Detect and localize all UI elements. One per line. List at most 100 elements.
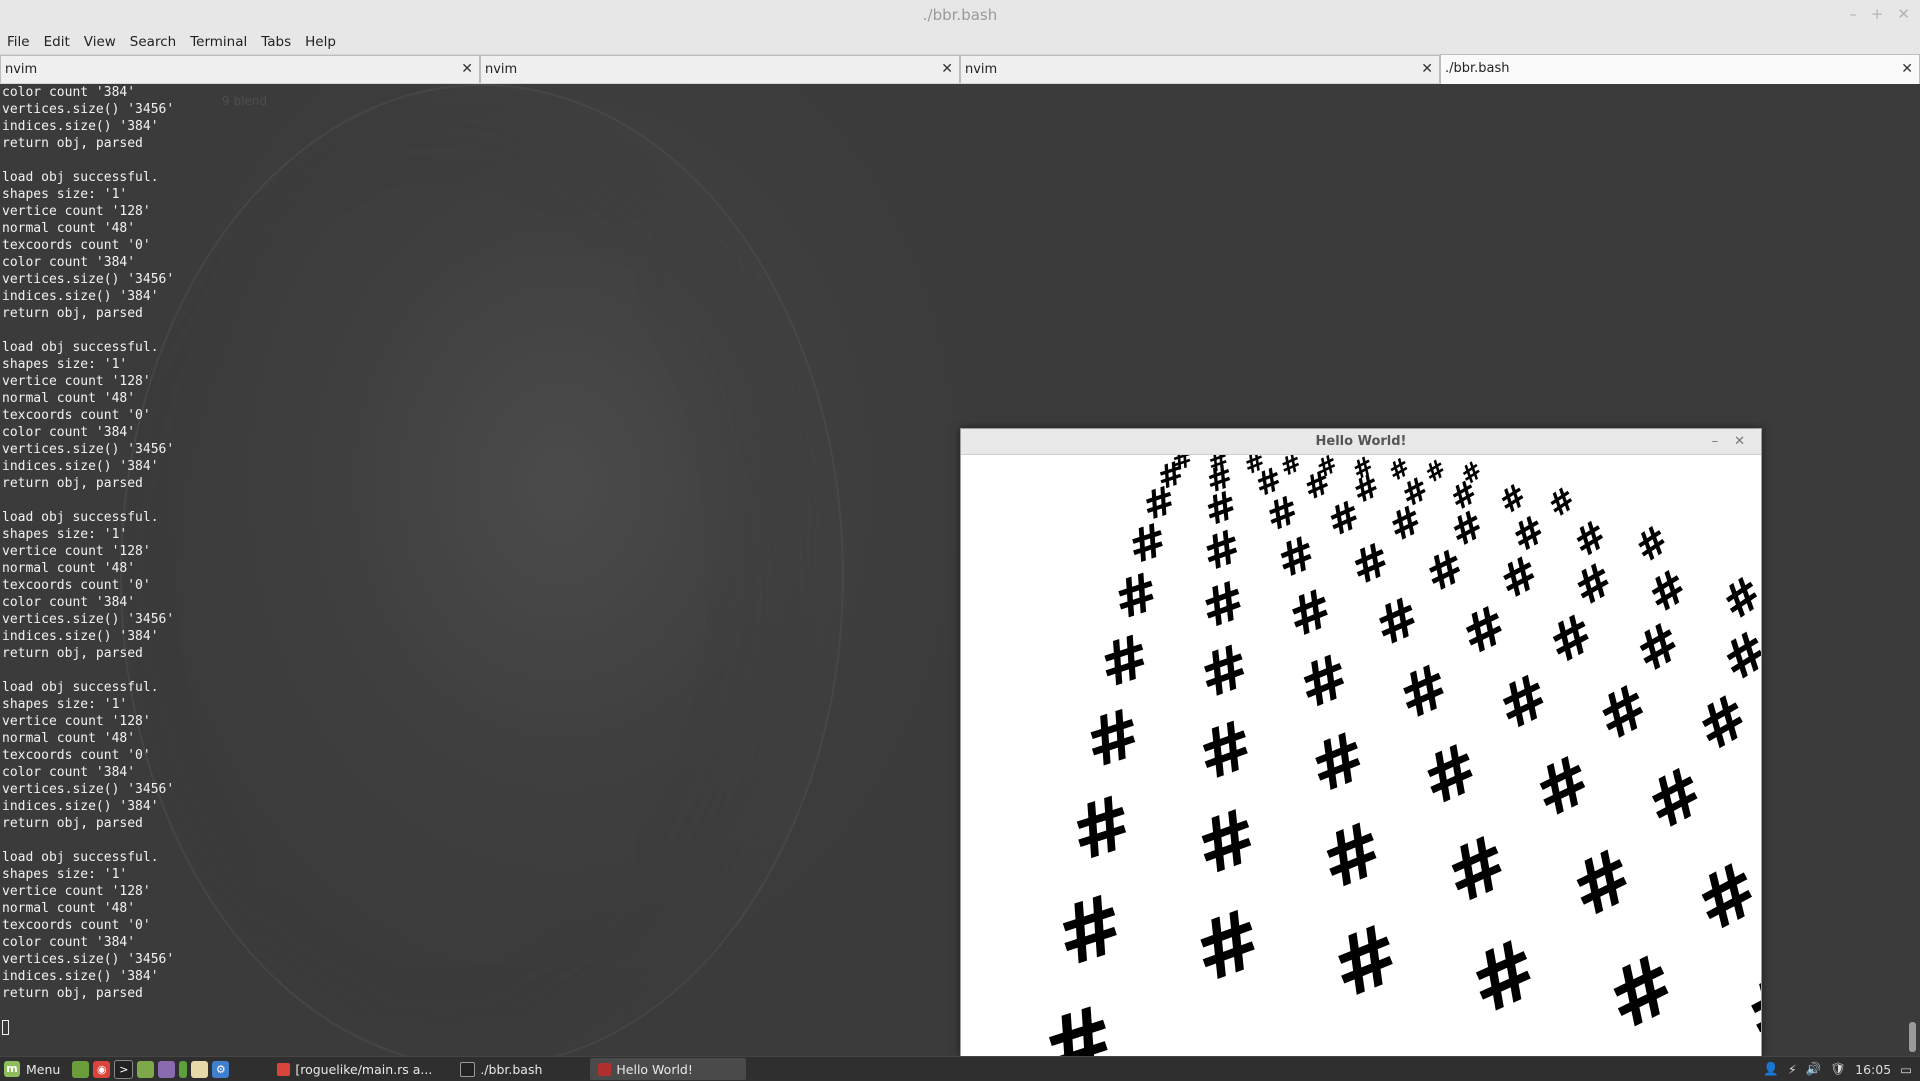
tab-nvim-1[interactable]: nvim ✕ [0,55,480,83]
hash-glyph: # [1556,831,1649,935]
taskbar-item-label: ./bbr.bash [480,1061,543,1077]
hash-glyph: # [1728,951,1761,1057]
wallpaper-globe [120,84,844,1056]
window-title: ./bbr.bash [922,6,998,24]
minimize-button[interactable]: – [1849,5,1857,23]
show-desktop-icon[interactable] [72,1060,90,1078]
hash-glyph: # [1585,670,1662,755]
hash-glyph: # [1565,512,1617,567]
hash-glyph: # [1387,650,1461,734]
hash-glyph: # [1684,680,1761,766]
tab-label: ./bbr.bash [1445,61,1510,76]
app-window-icon [598,1062,612,1076]
hash-glyph: # [1431,818,1523,922]
hello-close-button[interactable]: ✕ [1734,429,1745,454]
tab-nvim-3[interactable]: nvim ✕ [960,55,1440,83]
wallpaper-text: 9 blend [222,94,268,108]
hash-glyph: # [1317,906,1415,1019]
tab-close-button[interactable]: ✕ [941,56,953,83]
taskbar-item-label: Hello World! [616,1061,693,1077]
hash-glyph: # [1521,739,1606,834]
hash-glyph: # [1192,569,1255,642]
show-desktop-tray-icon[interactable]: ▭ [1900,1062,1912,1077]
network-icon[interactable]: ⚡ [1788,1062,1797,1077]
hash-glyph: # [1637,558,1698,624]
hash-glyph: # [1028,984,1130,1057]
taskbar-item-hello-world[interactable]: Hello World! [590,1058,747,1080]
menu-search[interactable]: Search [123,34,183,50]
hash-glyph: # [1075,692,1152,784]
hash-glyph: # [1409,727,1492,821]
hash-glyph: # [1183,791,1271,893]
hash-glyph: # [1451,593,1518,667]
chrome-icon[interactable]: ◉ [93,1060,111,1078]
hash-glyph: # [1059,778,1145,879]
hash-glyph: # [1307,804,1397,907]
hash-glyph: # [1288,640,1361,724]
hash-glyph: # [1591,936,1693,1050]
hash-glyph: # [1297,715,1378,808]
system-tray: 👤 ⚡ 🔊 🛡 16:05 ▭ [1763,1061,1920,1077]
tab-close-button[interactable]: ✕ [1901,55,1913,83]
tab-close-button[interactable]: ✕ [461,56,473,83]
hash-glyph: # [1711,565,1761,631]
tab-close-button[interactable]: ✕ [1421,56,1433,83]
tab-bar: nvim ✕ nvim ✕ nvim ✕ ./bbr.bash ✕ [0,54,1920,84]
terminal-icon [460,1061,476,1077]
terminal-text: color count '384' vertices.size() '3456'… [2,85,175,1001]
volume-icon[interactable]: 🔊 [1806,1061,1822,1077]
menubar: File Edit View Search Terminal Tabs Help [0,30,1920,54]
menu-tabs[interactable]: Tabs [254,34,298,50]
menu-help[interactable]: Help [298,34,343,50]
tab-label: nvim [965,62,998,77]
chrome-icon [277,1062,291,1076]
hash-glyph: # [1180,891,1276,1003]
maximize-button[interactable]: + [1871,5,1884,23]
user-icon[interactable]: 👤 [1763,1061,1779,1077]
window-titlebar: ./bbr.bash – + ✕ [0,0,1920,30]
hello-window-title: Hello World! [1315,434,1407,449]
update-shield-icon[interactable]: 🛡 [1830,1061,1846,1077]
hash-glyph: # [1189,630,1260,713]
hash-glyph: # [1632,751,1718,846]
settings-icon[interactable]: ⚙ [212,1060,230,1078]
hello-world-window[interactable]: Hello World! – ✕ # # # # # # # # # # # # # # # # # # # # # # #… [960,428,1762,1058]
hash-glyph: # [1744,763,1761,859]
hash-glyph: # [1710,619,1761,694]
hash-glyph: # [1624,610,1693,685]
battery-app-icon[interactable] [179,1060,188,1078]
mint-logo-icon: m [4,1061,20,1077]
menu-edit[interactable]: Edit [37,34,77,50]
scrollbar-thumb[interactable] [1909,1022,1916,1052]
tab-nvim-2[interactable]: nvim ✕ [480,55,960,83]
taskbar: m Menu ◉ > ⚙ [roguelike/main.rs a... ./b… [0,1056,1920,1081]
menu-label: Menu [26,1061,61,1077]
menu-file[interactable]: File [0,34,37,50]
image-viewer-icon[interactable] [158,1060,176,1078]
terminal-icon[interactable]: > [114,1059,134,1079]
taskbar-item-roguelike[interactable]: [roguelike/main.rs a... [269,1058,440,1080]
menu-terminal[interactable]: Terminal [183,34,254,50]
taskbar-item-bbr-bash[interactable]: ./bbr.bash [452,1058,550,1080]
hash-glyph: # [1186,704,1265,796]
hash-glyph: # [1486,660,1562,745]
clock[interactable]: 16:05 [1855,1062,1891,1077]
hash-glyph: # [1044,876,1138,986]
tab-bbr-bash[interactable]: ./bbr.bash ✕ [1440,54,1920,84]
hello-window-titlebar[interactable]: Hello World! – ✕ [961,429,1761,455]
hello-minimize-button[interactable]: – [1712,429,1719,454]
terminal-cursor [2,1020,9,1035]
close-window-button[interactable]: ✕ [1897,5,1910,23]
terminal-scrollbar[interactable] [1908,84,1916,1056]
hash-glyph: # [1540,479,1583,525]
hash-glyph: # [1090,620,1159,702]
text-editor-icon[interactable] [191,1060,209,1078]
hash-glyph: # [1454,921,1554,1034]
files-icon[interactable] [137,1060,155,1078]
tab-label: nvim [5,62,38,77]
taskbar-item-label: [roguelike/main.rs a... [295,1061,433,1077]
menu-view[interactable]: View [77,34,123,50]
hash-glyph: # [1680,845,1761,950]
menu-button[interactable]: m Menu [0,1061,70,1077]
render-canvas[interactable]: ###################################### ##… [961,455,1761,1057]
